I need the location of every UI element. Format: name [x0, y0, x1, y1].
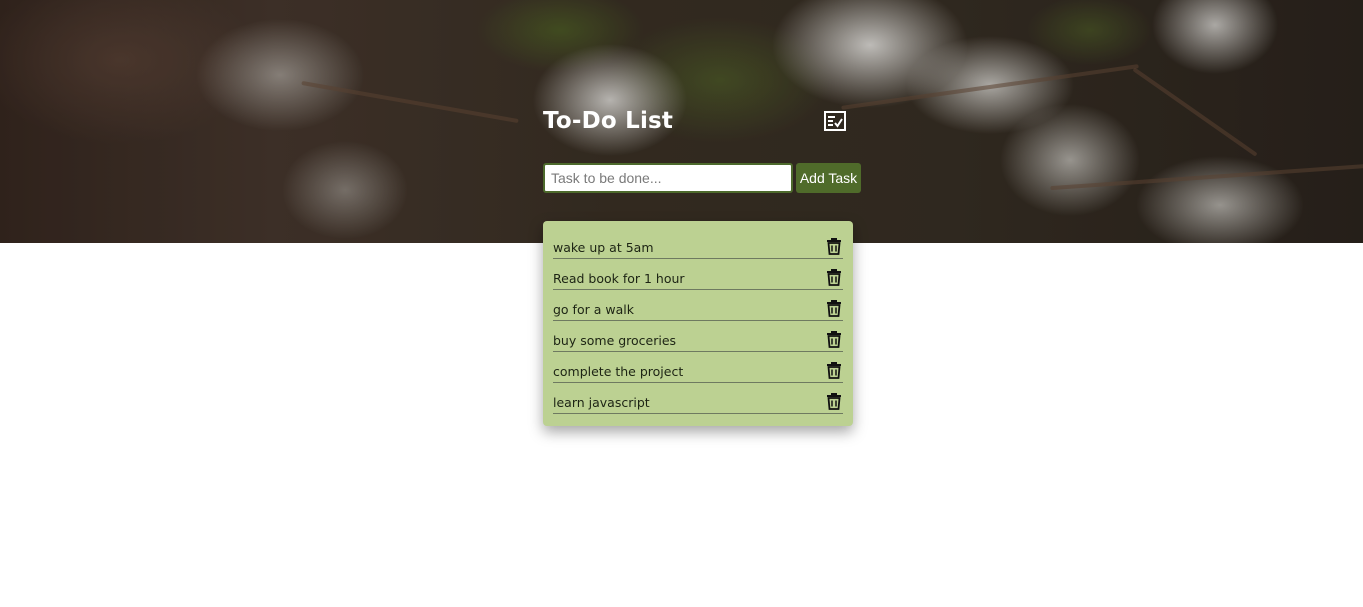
add-task-form: Add Task [543, 163, 863, 193]
task-text: learn javascript [553, 394, 650, 410]
list-item: learn javascript [553, 383, 843, 414]
todo-app: To-Do List Add Task [543, 100, 863, 193]
trash-icon[interactable] [825, 295, 843, 317]
task-list-card: wake up at 5am Read book for 1 hour go f… [543, 221, 853, 426]
task-text: Read book for 1 hour [553, 270, 685, 286]
branch [1050, 163, 1363, 191]
branch [1132, 67, 1258, 157]
trash-icon[interactable] [825, 326, 843, 348]
header: To-Do List [543, 100, 847, 142]
task-text: buy some groceries [553, 332, 677, 348]
branch [841, 64, 1139, 110]
task-input[interactable] [543, 163, 793, 193]
list-item: wake up at 5am [553, 228, 843, 259]
task-list: wake up at 5am Read book for 1 hour go f… [553, 228, 843, 414]
branch [301, 80, 519, 124]
list-item: Read book for 1 hour [553, 259, 843, 290]
page-title: To-Do List [543, 108, 674, 134]
trash-icon[interactable] [825, 264, 843, 286]
list-item: complete the project [553, 352, 843, 383]
list-item: go for a walk [553, 290, 843, 321]
trash-icon[interactable] [825, 357, 843, 379]
checklist-icon [823, 109, 847, 133]
task-text: go for a walk [553, 301, 634, 317]
list-item: buy some groceries [553, 321, 843, 352]
task-text: complete the project [553, 363, 684, 379]
task-text: wake up at 5am [553, 239, 654, 255]
trash-icon[interactable] [825, 388, 843, 410]
add-task-button[interactable]: Add Task [796, 163, 861, 193]
trash-icon[interactable] [825, 233, 843, 255]
